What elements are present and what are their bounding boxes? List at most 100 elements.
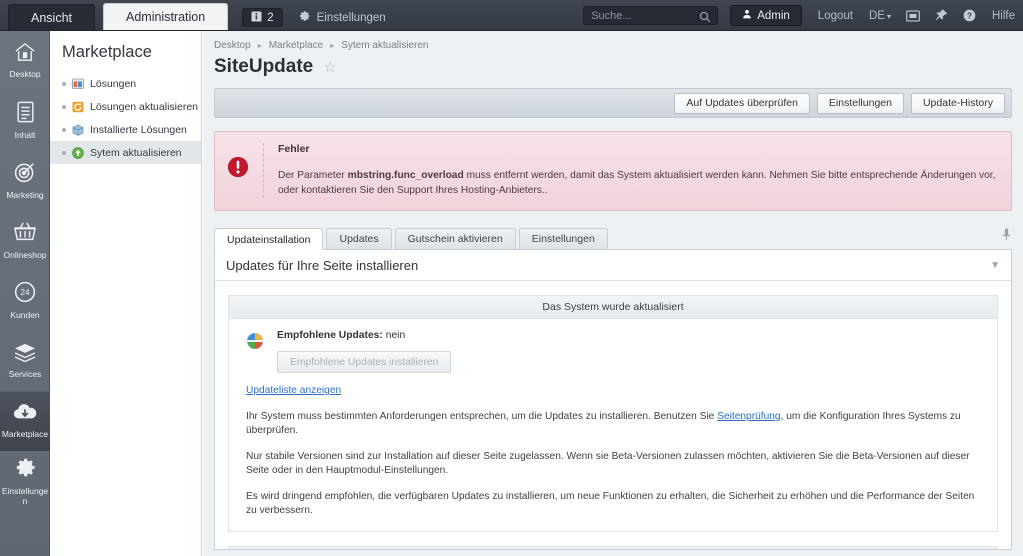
updates-panel: Updates für Ihre Seite installieren ▼ Da… xyxy=(214,250,1012,550)
rail-label-services: Services xyxy=(8,369,42,380)
chevron-down-icon: ▾ xyxy=(886,11,891,21)
window-icon xyxy=(72,78,84,90)
top-tab-ansicht[interactable]: Ansicht xyxy=(8,4,95,30)
rail-item-services[interactable]: Services xyxy=(0,331,50,391)
tab-updateinstallation[interactable]: Updateinstallation xyxy=(214,228,324,250)
refresh-icon xyxy=(72,101,84,113)
update-list-link[interactable]: Updateliste anzeigen xyxy=(246,385,341,396)
error-text-before: Der Parameter xyxy=(278,170,348,181)
breadcrumb-item-marketplace[interactable]: Marketplace xyxy=(269,40,323,51)
top-settings-item[interactable]: Einstellungen xyxy=(299,10,386,25)
nav-item-sytem-aktualisieren[interactable]: Sytem aktualisieren xyxy=(50,141,201,164)
tab-gutschein-aktivieren[interactable]: Gutschein aktivieren xyxy=(394,228,516,249)
rail-label-marketing: Marketing xyxy=(6,190,44,201)
update-list-link-wrap: Updateliste anzeigen xyxy=(229,384,997,398)
bullet-icon xyxy=(62,81,66,86)
nav-item-installierte-loesungen[interactable]: Installierte Lösungen xyxy=(50,118,201,141)
target-icon xyxy=(14,161,36,188)
svg-text:24: 24 xyxy=(20,288,30,297)
content-tab-bar: Updateinstallation Updates Gutschein akt… xyxy=(214,227,1012,250)
secondary-nav-panel: Marketplace Lösungen Lösungen aktualisie… xyxy=(50,31,202,556)
rail-item-marketing[interactable]: Marketing xyxy=(0,151,50,211)
card-system-updated-body: Empfohlene Updates: nein Empfohlene Upda… xyxy=(229,319,997,531)
breadcrumb: Desktop ▸ Marketplace ▸ Sytem aktualisie… xyxy=(203,31,1023,51)
admin-label: Admin xyxy=(757,9,790,22)
error-message-box: Fehler Der Parameter mbstring.func_overl… xyxy=(214,131,1012,211)
recommendation-paragraph: Es wird dringend empfohlen, die verfügba… xyxy=(246,491,975,516)
logout-link[interactable]: Logout xyxy=(818,10,853,22)
messages-icon[interactable] xyxy=(906,9,920,22)
card-update-server-header: Antwort des Update-Servers xyxy=(229,547,997,549)
rail-item-marketplace[interactable]: Marketplace xyxy=(0,391,50,451)
update-history-button[interactable]: Update-History xyxy=(910,92,1005,114)
rail-item-desktop[interactable]: Desktop xyxy=(0,31,50,91)
check-updates-button[interactable]: Auf Updates überprüfen xyxy=(674,92,810,114)
main-content: Desktop ▸ Marketplace ▸ Sytem aktualisie… xyxy=(203,31,1023,556)
basket-icon xyxy=(13,221,37,248)
nav-label-installierte-loesungen: Installierte Lösungen xyxy=(90,123,187,136)
help-icon[interactable]: ? xyxy=(963,9,976,22)
card-update-server: Antwort des Update-Servers Registriert f… xyxy=(228,546,998,549)
requirements-paragraph: Ihr System muss bestimmten Anforderungen… xyxy=(229,410,997,438)
breadcrumb-item-current: Sytem aktualisieren xyxy=(341,40,429,51)
nav-label-loesungen-aktualisieren: Lösungen aktualisieren xyxy=(90,100,198,113)
user-icon xyxy=(742,9,752,22)
rail-item-einstellungen[interactable]: Einstellungen xyxy=(0,451,50,511)
pin-icon[interactable] xyxy=(935,9,948,22)
chevron-down-icon[interactable]: ▼ xyxy=(990,260,1000,271)
cloud-download-icon xyxy=(12,402,38,427)
top-bar-right: Admin Logout DE▾ ? Hilfe xyxy=(583,5,1015,26)
site-check-link[interactable]: Seitenprüfung xyxy=(717,411,780,422)
language-selector[interactable]: DE ▾ xyxy=(869,10,891,22)
top-settings-label: Einstellungen xyxy=(316,11,386,24)
rail-item-kunden[interactable]: 24 Kunden xyxy=(0,271,50,331)
admin-button[interactable]: Admin xyxy=(730,5,802,26)
error-param: mbstring.func_overload xyxy=(347,170,464,181)
gear-icon xyxy=(299,10,311,25)
favorite-star-icon[interactable]: ☆ xyxy=(323,58,336,76)
top-tab-administration[interactable]: Administration xyxy=(103,3,229,30)
breadcrumb-item-desktop[interactable]: Desktop xyxy=(214,40,251,51)
settings-button[interactable]: Einstellungen xyxy=(816,92,904,114)
requirements-text-a: Ihr System muss bestimmten Anforderungen… xyxy=(246,411,718,422)
card-system-updated: Das System wurde aktualisiert Empfohlene… xyxy=(228,295,998,532)
home-icon xyxy=(14,42,36,67)
search-box[interactable] xyxy=(583,6,719,25)
rail-item-onlineshop[interactable]: Onlineshop xyxy=(0,211,50,271)
error-icon xyxy=(227,156,249,178)
search-input[interactable] xyxy=(584,7,695,24)
document-icon xyxy=(16,101,35,128)
box-icon xyxy=(72,124,84,136)
left-icon-rail: Desktop Inhalt Marketing Onlineshop 24 K… xyxy=(0,31,50,556)
rail-item-inhalt[interactable]: Inhalt xyxy=(0,91,50,151)
nav-item-loesungen-aktualisieren[interactable]: Lösungen aktualisieren xyxy=(50,95,201,118)
panel-header: Updates für Ihre Seite installieren ▼ xyxy=(215,250,1011,281)
help-link[interactable]: Hilfe xyxy=(992,10,1015,22)
sphere-icon xyxy=(246,332,264,350)
recommended-updates-label: Empfohlene Updates: xyxy=(277,330,383,341)
layers-icon xyxy=(13,342,37,367)
rail-label-marketplace: Marketplace xyxy=(1,429,49,440)
rail-label-kunden: Kunden xyxy=(10,310,40,321)
nav-label-loesungen: Lösungen xyxy=(90,77,137,90)
breadcrumb-separator: ▸ xyxy=(330,41,335,50)
breadcrumb-separator: ▸ xyxy=(257,41,262,50)
nav-item-loesungen[interactable]: Lösungen xyxy=(50,72,201,95)
pin-icon[interactable] xyxy=(1001,228,1012,246)
bullet-icon xyxy=(62,150,66,155)
page-title-row: SiteUpdate ☆ xyxy=(203,51,1023,78)
tab-einstellungen[interactable]: Einstellungen xyxy=(518,228,608,249)
recommended-updates-text: Empfohlene Updates: nein Empfohlene Upda… xyxy=(277,330,997,373)
recommended-updates-value: nein xyxy=(385,330,406,341)
notifications-badge[interactable]: 2 xyxy=(242,8,283,27)
bullet-icon xyxy=(62,127,66,132)
install-recommended-updates-button[interactable]: Empfohlene Updates installieren xyxy=(277,351,452,373)
tab-updates[interactable]: Updates xyxy=(326,228,392,249)
nav-title: Marketplace xyxy=(62,43,152,61)
page-title: SiteUpdate xyxy=(214,56,314,77)
bullet-icon xyxy=(62,104,66,109)
error-text: Der Parameter mbstring.func_overload mus… xyxy=(278,168,999,198)
rail-label-inhalt: Inhalt xyxy=(14,130,36,141)
svg-text:?: ? xyxy=(967,11,972,20)
language-label: DE xyxy=(868,9,885,22)
